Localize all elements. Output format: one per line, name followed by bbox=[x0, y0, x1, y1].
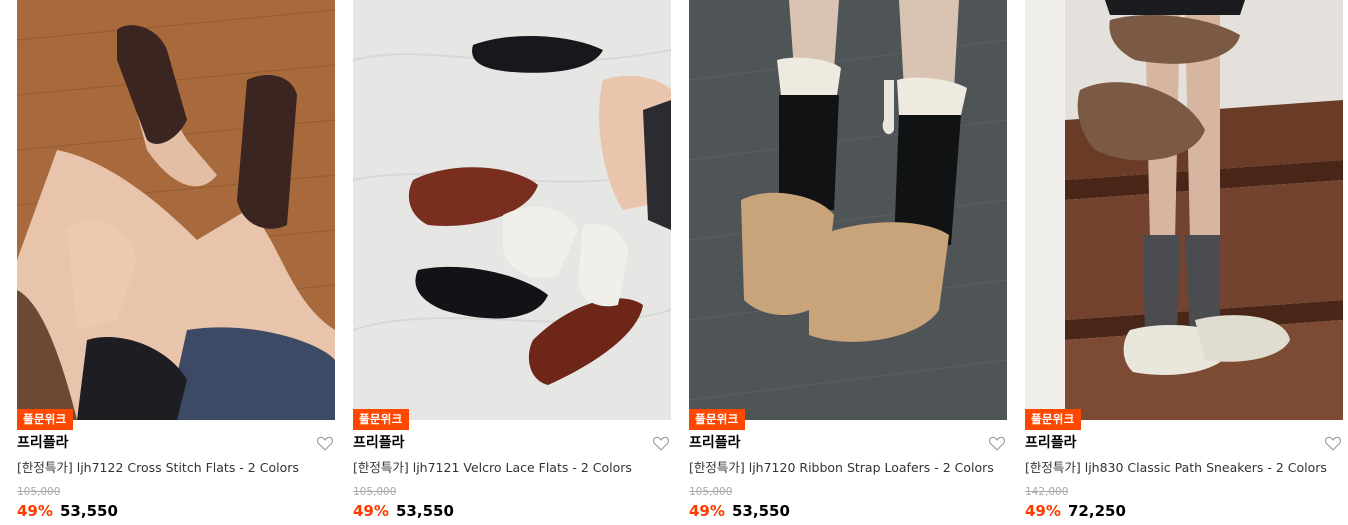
product-card[interactable]: 풀문위크 프리플라 [한정특가] ljh7120 Ribbon Strap Lo… bbox=[689, 0, 1007, 525]
product-image[interactable] bbox=[1025, 0, 1343, 420]
heart-outline-icon[interactable] bbox=[1325, 436, 1341, 451]
heart-outline-icon[interactable] bbox=[653, 436, 669, 451]
sale-price: 53,550 bbox=[60, 502, 118, 520]
heart-outline-icon[interactable] bbox=[317, 436, 333, 451]
sale-price: 53,550 bbox=[732, 502, 790, 520]
brand-name[interactable]: 프리플라 bbox=[689, 434, 741, 452]
original-price: 105,000 bbox=[17, 486, 61, 498]
product-image[interactable] bbox=[353, 0, 671, 420]
discount-rate: 49% bbox=[353, 502, 389, 520]
promo-badge: 풀문위크 bbox=[1025, 409, 1081, 430]
promo-badge: 풀문위크 bbox=[17, 409, 73, 430]
discount-rate: 49% bbox=[689, 502, 725, 520]
product-image[interactable] bbox=[689, 0, 1007, 420]
original-price: 142,000 bbox=[1025, 486, 1069, 498]
product-grid: 풀문위크 프리플라 [한정특가] ljh7122 Cross Stitch Fl… bbox=[0, 0, 1348, 525]
product-title[interactable]: [한정특가] ljh7121 Velcro Lace Flats - 2 Col… bbox=[353, 459, 632, 477]
brand-name[interactable]: 프리플라 bbox=[1025, 434, 1077, 452]
promo-badge: 풀문위크 bbox=[689, 409, 745, 430]
brand-name[interactable]: 프리플라 bbox=[353, 434, 405, 452]
product-title[interactable]: [한정특가] ljh7122 Cross Stitch Flats - 2 Co… bbox=[17, 459, 299, 477]
heart-outline-icon[interactable] bbox=[989, 436, 1005, 451]
discount-rate: 49% bbox=[1025, 502, 1061, 520]
product-title[interactable]: [한정특가] ljh7120 Ribbon Strap Loafers - 2 … bbox=[689, 459, 994, 477]
sale-price: 53,550 bbox=[396, 502, 454, 520]
promo-badge: 풀문위크 bbox=[353, 409, 409, 430]
original-price: 105,000 bbox=[353, 486, 397, 498]
original-price: 105,000 bbox=[689, 486, 733, 498]
discount-rate: 49% bbox=[17, 502, 53, 520]
brand-name[interactable]: 프리플라 bbox=[17, 434, 69, 452]
product-card[interactable]: 풀문위크 프리플라 [한정특가] ljh830 Classic Path Sne… bbox=[1025, 0, 1343, 525]
sale-price: 72,250 bbox=[1068, 502, 1126, 520]
product-image[interactable] bbox=[17, 0, 335, 420]
product-card[interactable]: 풀문위크 프리플라 [한정특가] ljh7121 Velcro Lace Fla… bbox=[353, 0, 671, 525]
product-card[interactable]: 풀문위크 프리플라 [한정특가] ljh7122 Cross Stitch Fl… bbox=[17, 0, 335, 525]
product-title[interactable]: [한정특가] ljh830 Classic Path Sneakers - 2 … bbox=[1025, 459, 1327, 477]
